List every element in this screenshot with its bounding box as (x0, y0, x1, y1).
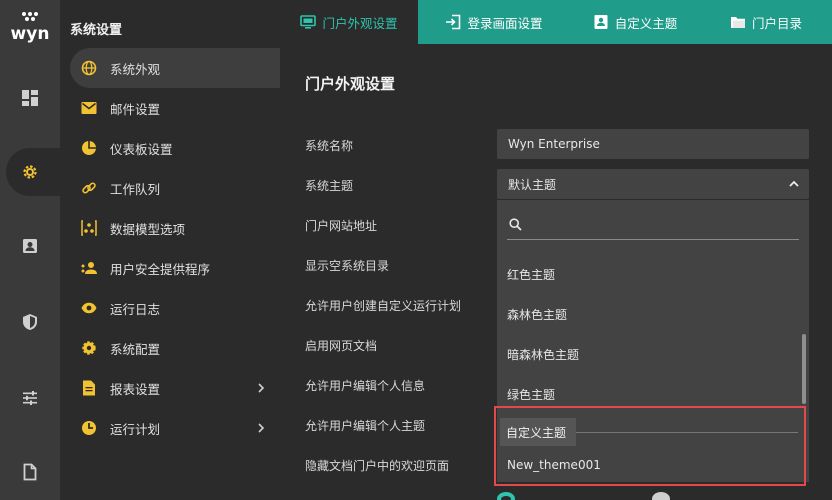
sidebar-item-label: 工作队列 (110, 181, 161, 197)
sliders-icon (23, 391, 37, 405)
sidebar-item-label: 系统外观 (110, 61, 161, 77)
sidebar-item-label: 用户安全提供程序 (110, 261, 211, 277)
system-theme-select[interactable]: 默认主题 (497, 169, 809, 199)
tab-login-screen[interactable]: 登录画面设置 (418, 0, 570, 44)
theme-option[interactable]: 暗森林色主题 (507, 346, 579, 363)
tab-bar: 门户外观设置 登录画面设置 自定义主题 门户目录 (280, 0, 832, 44)
chevron-right-icon (258, 423, 265, 433)
label-system-name: 系统名称 (305, 139, 354, 153)
label-edit-personal-theme: 允许用户编辑个人主题 (305, 419, 426, 433)
users-icon (80, 259, 98, 277)
tab-label: 自定义主题 (614, 15, 678, 31)
gear-icon (80, 339, 98, 357)
rail-settings-button[interactable] (0, 148, 86, 196)
logo-dots-icon (22, 12, 38, 24)
rail-dashboard-button[interactable] (0, 74, 60, 122)
link-icon (80, 179, 98, 197)
sidebar-item-report-settings[interactable]: 报表设置 (70, 368, 280, 408)
sidebar-item-system-config[interactable]: 系统配置 (70, 328, 280, 368)
dropdown-scrollbar[interactable] (802, 334, 806, 404)
sidebar-item-run-schedule[interactable]: 运行计划 (70, 408, 280, 448)
system-name-input[interactable]: Wyn Enterprise (497, 129, 809, 159)
eye-icon (80, 299, 98, 317)
divider (576, 432, 798, 433)
rail-adjust-button[interactable] (0, 374, 60, 422)
document-icon (23, 463, 37, 481)
sidebar-item-label: 报表设置 (110, 381, 161, 397)
icon-rail: wyn (0, 0, 86, 500)
theme-option[interactable]: 红色主题 (507, 266, 555, 283)
sidebar-item-data-model[interactable]: 数据模型选项 (70, 208, 280, 248)
sidebar-item-work-queue[interactable]: 工作队列 (70, 168, 280, 208)
dashboard-icon (22, 90, 38, 106)
label-enable-web-docs: 启用网页文档 (305, 339, 378, 353)
radio-on[interactable] (497, 492, 515, 500)
tab-label: 门户目录 (751, 15, 802, 31)
search-icon (509, 218, 522, 231)
report-icon (80, 379, 98, 397)
mail-icon (80, 99, 98, 117)
rail-document-button[interactable] (0, 448, 60, 496)
globe-icon (80, 59, 98, 77)
theme-icon (594, 15, 608, 29)
sidebar-item-mail[interactable]: 邮件设置 (70, 88, 280, 128)
sidebar-item-run-log[interactable]: 运行日志 (70, 288, 280, 328)
sidebar-item-label: 系统配置 (110, 341, 161, 357)
gear-icon (23, 165, 37, 179)
tab-label: 门户外观设置 (322, 15, 398, 31)
login-icon (446, 14, 461, 30)
theme-option[interactable]: 绿色主题 (507, 386, 555, 403)
pie-chart-icon (80, 139, 98, 157)
data-model-icon (80, 219, 98, 237)
label-edit-profile: 允许用户编辑个人信息 (305, 379, 426, 393)
label-system-theme: 系统主题 (305, 179, 354, 193)
tab-label: 登录画面设置 (467, 15, 543, 31)
theme-search-input[interactable] (507, 208, 799, 240)
label-show-empty-catalog: 显示空系统目录 (305, 259, 390, 273)
system-name-value: Wyn Enterprise (508, 137, 600, 151)
theme-option[interactable]: 森林色主题 (507, 306, 567, 323)
sidebar-item-security-provider[interactable]: 用户安全提供程序 (70, 248, 280, 288)
folder-icon (730, 17, 745, 28)
tab-portal-directory[interactable]: 门户目录 (700, 0, 832, 44)
sidebar-title: 系统设置 (70, 23, 123, 38)
sidebar-item-label: 仪表板设置 (110, 141, 173, 157)
monitor-icon (300, 15, 317, 29)
label-portal-url: 门户网站地址 (305, 219, 378, 233)
logo-text: wyn (10, 24, 50, 44)
sidebar-item-appearance[interactable]: 系统外观 (70, 48, 280, 88)
tab-custom-theme[interactable]: 自定义主题 (570, 0, 700, 44)
schedule-icon (80, 419, 98, 437)
shield-icon (23, 314, 37, 330)
sidebar-item-label: 运行日志 (110, 301, 161, 317)
label-custom-schedule: 允许用户创建自定义运行计划 (305, 299, 462, 313)
system-theme-value: 默认主题 (508, 177, 557, 192)
contact-card-icon (23, 239, 37, 253)
chevron-up-icon (789, 180, 799, 187)
sidebar-item-label: 运行计划 (110, 421, 161, 437)
radio-off[interactable] (652, 492, 670, 500)
page-title: 门户外观设置 (305, 75, 396, 93)
rail-contacts-button[interactable] (0, 222, 60, 270)
theme-option-custom[interactable]: 自定义主题 (500, 418, 576, 446)
label-hide-welcome-page: 隐藏文档门户中的欢迎页面 (305, 459, 450, 473)
sidebar-item-label: 数据模型选项 (110, 221, 186, 237)
chevron-right-icon (258, 383, 265, 393)
wyn-logo[interactable]: wyn (8, 12, 52, 46)
tab-portal-appearance[interactable]: 门户外观设置 (280, 0, 418, 44)
highlight-box: 自定义主题 (494, 406, 806, 486)
settings-sidebar: 系统设置 系统外观 邮件设置 仪表板设置 工作队列 数据模型选项 用户安全提供程… (60, 0, 280, 500)
rail-security-button[interactable] (0, 298, 60, 346)
sidebar-item-dashboard[interactable]: 仪表板设置 (70, 128, 280, 168)
sidebar-item-label: 邮件设置 (110, 101, 161, 117)
